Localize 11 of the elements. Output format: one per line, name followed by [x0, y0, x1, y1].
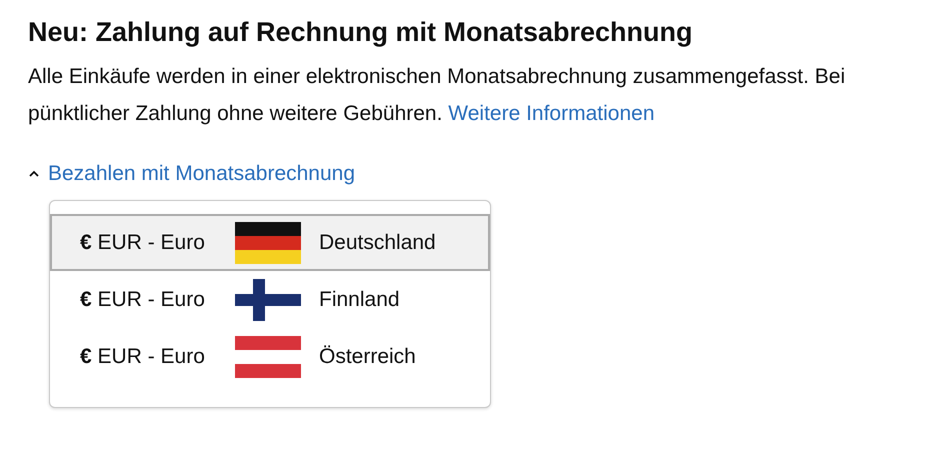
- currency-option[interactable]: € EUR - Euro Finnland: [50, 271, 490, 328]
- germany-flag-icon: [235, 222, 301, 264]
- expander-link[interactable]: Bezahlen mit Monatsabrechnung: [28, 162, 356, 186]
- austria-flag-icon: [235, 336, 301, 378]
- currency-option[interactable]: € EUR - Euro Deutschland: [50, 214, 490, 271]
- heading: Neu: Zahlung auf Rechnung mit Monatsabrechnung: [28, 16, 694, 49]
- currency-option[interactable]: € EUR - Euro Österreich: [50, 328, 490, 385]
- finland-flag-icon: [235, 278, 301, 320]
- more-info-link[interactable]: Weitere Informationen: [448, 102, 654, 125]
- description-text: Alle Einkäufe werden in einer elektronischen Monatsabrechnung zusammengefasst. Bei pünktlicher Zahlung ohne weitere Gebühren. Weitere Informationen: [28, 64, 846, 127]
- caret-icon: [28, 169, 40, 179]
